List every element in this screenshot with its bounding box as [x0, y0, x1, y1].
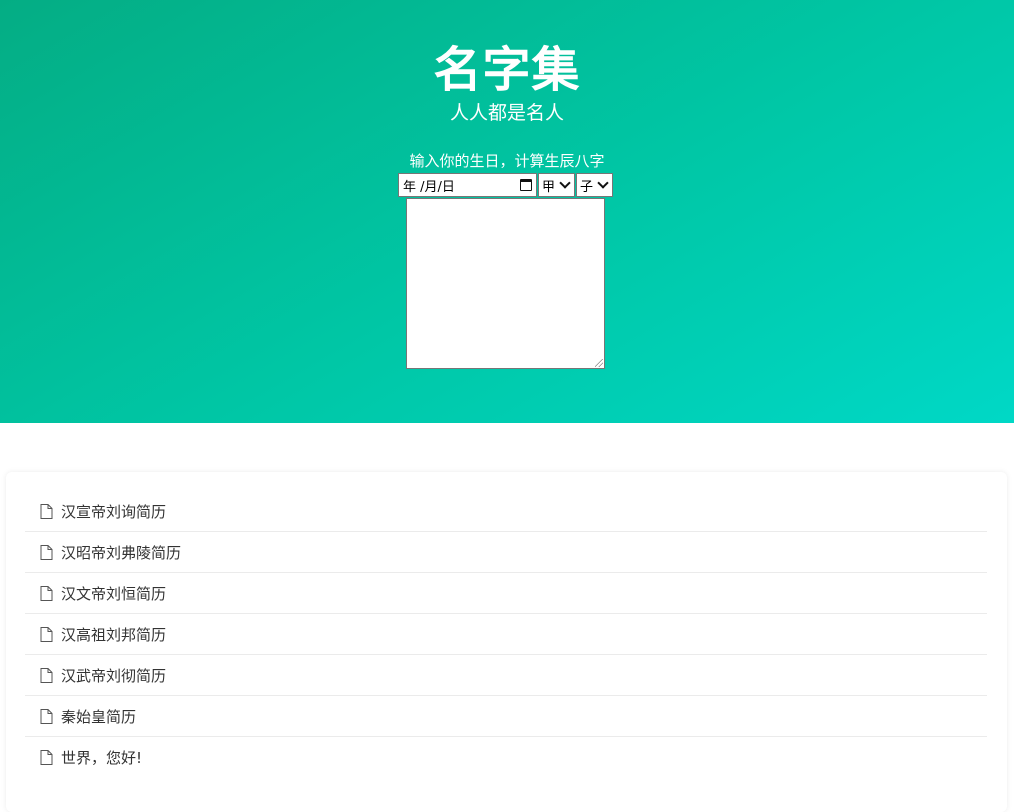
site-subtitle: 人人都是名人: [449, 102, 564, 124]
date-placeholder: 年 /月/日: [403, 179, 455, 195]
post-title: 汉昭帝刘弗陵简历: [61, 543, 182, 562]
list-item[interactable]: 汉武帝刘彻简历: [25, 655, 987, 696]
document-icon: [40, 667, 53, 683]
post-title: 世界，您好!: [61, 749, 143, 767]
bazi-controls: 年 /月/日 甲 子: [398, 173, 613, 197]
list-item[interactable]: 汉昭帝刘弗陵简历: [25, 532, 987, 573]
calendar-icon[interactable]: [520, 179, 532, 191]
list-item[interactable]: 世界，您好!: [25, 737, 987, 778]
branch-selected-value: 子: [580, 179, 594, 195]
birthday-date-input[interactable]: 年 /月/日: [398, 173, 537, 197]
document-icon: [40, 585, 53, 601]
list-item[interactable]: 汉文帝刘恒简历: [25, 573, 987, 614]
document-icon: [40, 544, 53, 560]
birthday-prompt: 输入你的生日，计算生辰八字: [409, 152, 605, 170]
list-item[interactable]: 汉宣帝刘询简历: [25, 491, 987, 532]
hero-banner: 名字集 人人都是名人 输入你的生日，计算生辰八字 年 /月/日 甲 子: [0, 0, 1014, 423]
post-title: 秦始皇简历: [61, 707, 137, 726]
document-icon: [40, 750, 53, 765]
document-icon: [40, 708, 53, 724]
post-list: 汉宣帝刘询简历 汉昭帝刘弗陵简历 汉文帝刘恒简历 汉高祖刘邦简历 汉武帝刘彻简历…: [25, 491, 987, 778]
post-title: 汉文帝刘恒简历: [61, 584, 167, 603]
document-icon: [40, 503, 53, 519]
chevron-down-icon: [597, 177, 609, 189]
heavenly-stem-select[interactable]: 甲: [538, 173, 575, 197]
earthly-branch-select[interactable]: 子: [576, 173, 613, 197]
list-item[interactable]: 汉高祖刘邦简历: [25, 614, 987, 655]
list-item[interactable]: 秦始皇简历: [25, 696, 987, 737]
post-title: 汉高祖刘邦简历: [61, 625, 167, 644]
resize-handle[interactable]: [595, 359, 603, 367]
post-list-card: 汉宣帝刘询简历 汉昭帝刘弗陵简历 汉文帝刘恒简历 汉高祖刘邦简历 汉武帝刘彻简历…: [6, 472, 1007, 812]
bazi-result-textarea[interactable]: [406, 198, 605, 369]
post-title: 汉武帝刘彻简历: [61, 666, 167, 685]
post-title: 汉宣帝刘询简历: [61, 502, 167, 521]
chevron-down-icon: [559, 177, 571, 189]
stem-selected-value: 甲: [542, 179, 556, 195]
site-title: 名字集: [433, 42, 581, 98]
document-icon: [40, 626, 53, 642]
